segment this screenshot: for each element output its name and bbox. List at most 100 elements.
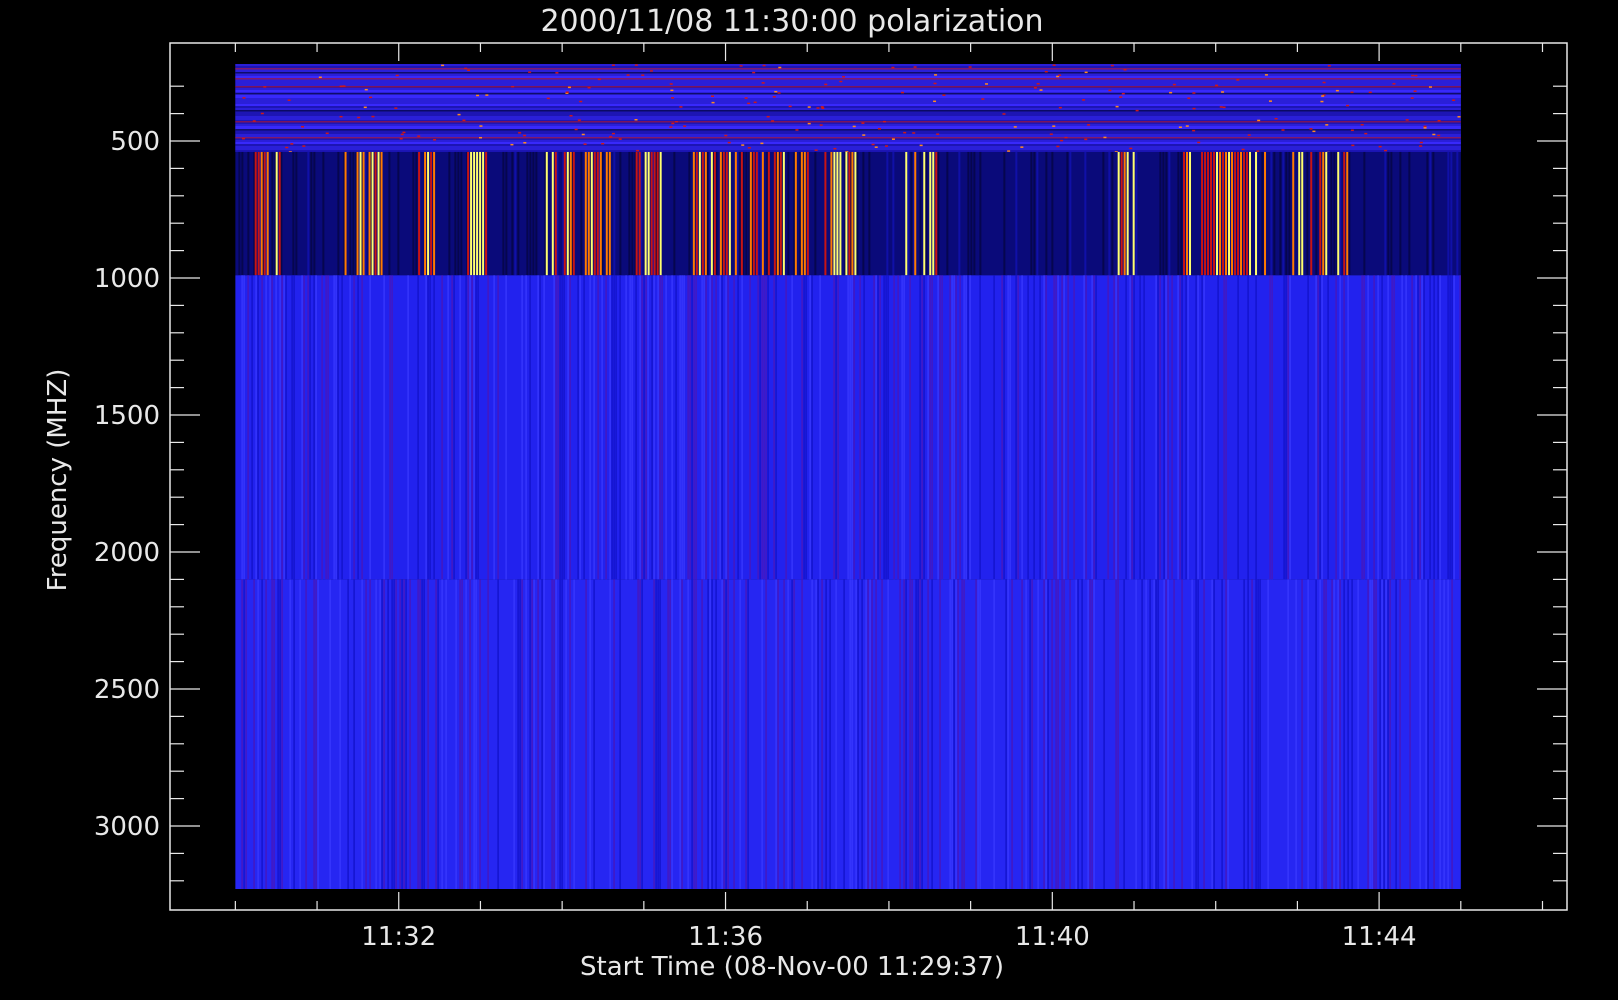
stripe (1409, 579, 1411, 889)
stripe (709, 275, 711, 580)
burst-stripe (776, 151, 779, 276)
stripe (1005, 579, 1007, 889)
stripe (1287, 579, 1289, 889)
burst-stripe (773, 151, 776, 276)
stripe (1357, 579, 1359, 889)
noise-speck (912, 132, 916, 134)
dark-stripe (397, 151, 400, 276)
stripe (835, 579, 837, 889)
dark-stripe (526, 151, 529, 276)
y-tick-label: 1000 (94, 264, 160, 294)
stripe (1225, 579, 1227, 889)
stripe (393, 579, 395, 889)
mid-stripe (1108, 151, 1111, 276)
noise-speck (318, 76, 322, 79)
burst-stripe (755, 151, 758, 276)
noise-speck (1405, 119, 1409, 121)
stripe (609, 275, 611, 580)
burst-stripe (836, 151, 839, 276)
stripe (1217, 275, 1219, 580)
stripe (931, 275, 933, 580)
stripe (625, 275, 627, 580)
stripe (829, 579, 831, 889)
stripe (1255, 579, 1257, 889)
noise-row (235, 140, 1461, 142)
mid-stripe (1015, 151, 1018, 276)
stripe (787, 579, 789, 889)
noise-speck (587, 86, 591, 89)
stripe (1067, 275, 1069, 580)
noise-speck (679, 106, 683, 108)
stripe (1053, 275, 1055, 580)
burst-stripe (344, 151, 347, 276)
stripe (271, 579, 273, 889)
stripe (1433, 579, 1435, 889)
noise-row (235, 66, 1461, 68)
stripe (1093, 275, 1095, 580)
stripe (629, 275, 631, 580)
stripe (1075, 579, 1077, 889)
stripe (391, 579, 393, 889)
burst-stripe (1240, 151, 1243, 276)
mid-stripe (1384, 151, 1387, 276)
stripe (805, 275, 807, 580)
mid-stripe (958, 151, 961, 276)
stripe (881, 579, 883, 889)
burst-stripe (1322, 151, 1325, 276)
stripe (361, 275, 363, 580)
stripe (849, 275, 851, 580)
dark-stripe (388, 151, 391, 276)
stripe (849, 579, 851, 889)
y-tick-label: 500 (110, 127, 160, 157)
stripe (589, 275, 591, 580)
stripe (1171, 275, 1173, 580)
burst-stripe (572, 151, 575, 276)
stripe (1247, 579, 1249, 889)
noise-speck (819, 124, 823, 126)
stripe (1009, 275, 1011, 580)
mid-stripe (1429, 151, 1432, 276)
burst-stripe (1246, 151, 1249, 276)
stripe (541, 579, 543, 889)
noise-row (235, 88, 1461, 90)
stripe (1373, 275, 1375, 580)
noise-speck (861, 122, 865, 124)
stripe (293, 275, 295, 580)
dark-stripe (1426, 151, 1429, 276)
stripe (437, 579, 439, 889)
stripe (749, 275, 751, 580)
stripe (843, 579, 845, 889)
noise-speck (1192, 107, 1196, 110)
burst-stripe (734, 151, 737, 276)
noise-row (235, 102, 1461, 104)
stripe (403, 579, 405, 889)
stripe (631, 275, 633, 580)
stripe (325, 275, 327, 580)
stripe (261, 275, 263, 580)
dark-stripe (1285, 151, 1288, 276)
noise-speck (1457, 116, 1461, 118)
noise-row (235, 100, 1461, 102)
dark-stripe (1408, 151, 1411, 276)
stripe (593, 579, 595, 889)
noise-speck (1264, 74, 1268, 76)
plot-area (235, 64, 1461, 889)
stripe (1383, 579, 1385, 889)
stripe (1307, 275, 1309, 580)
noise-speck (1419, 141, 1423, 144)
stripe (897, 275, 899, 580)
mid-stripe (907, 151, 910, 276)
noise-row (235, 126, 1461, 128)
stripe (703, 275, 705, 580)
noise-speck (762, 64, 766, 67)
burst-stripe (830, 151, 833, 276)
stripe (543, 579, 545, 889)
stripe (281, 275, 283, 580)
stripe (1091, 579, 1093, 889)
stripe (305, 579, 307, 889)
stripe (1181, 579, 1183, 889)
stripe (965, 275, 967, 580)
stripe (793, 579, 795, 889)
noise-speck (1056, 145, 1060, 148)
stripe (647, 275, 649, 580)
